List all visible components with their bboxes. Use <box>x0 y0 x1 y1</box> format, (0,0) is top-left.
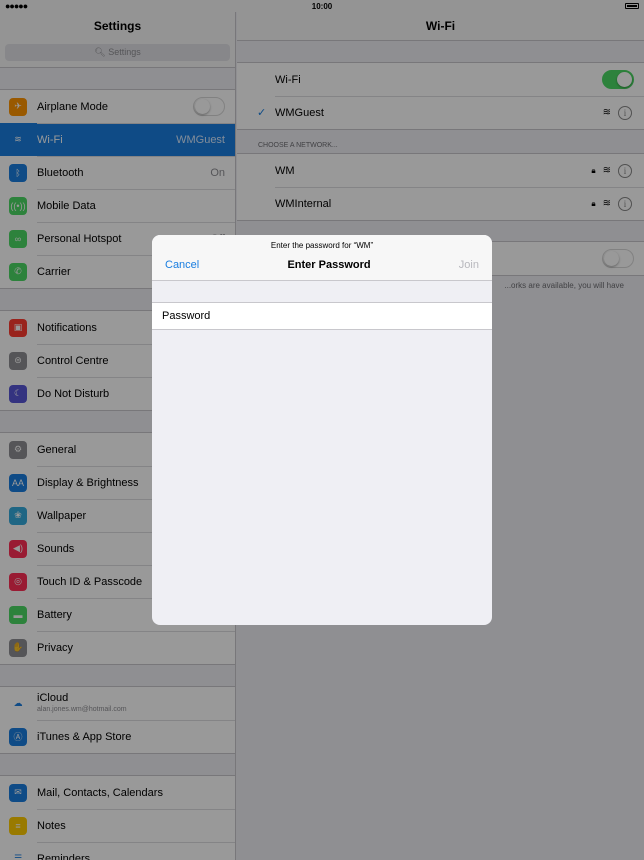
dialog-title: Enter Password <box>287 259 371 271</box>
dialog-header: Enter the password for “WM” Cancel Enter… <box>152 235 492 281</box>
password-input[interactable] <box>220 310 441 322</box>
dialog-prompt: Enter the password for “WM” <box>270 241 374 250</box>
password-dialog: Enter the password for “WM” Cancel Enter… <box>152 235 492 625</box>
join-button[interactable]: Join <box>459 259 479 271</box>
cancel-button[interactable]: Cancel <box>165 259 199 271</box>
password-row[interactable]: Password <box>152 302 492 330</box>
password-label: Password <box>162 310 211 322</box>
